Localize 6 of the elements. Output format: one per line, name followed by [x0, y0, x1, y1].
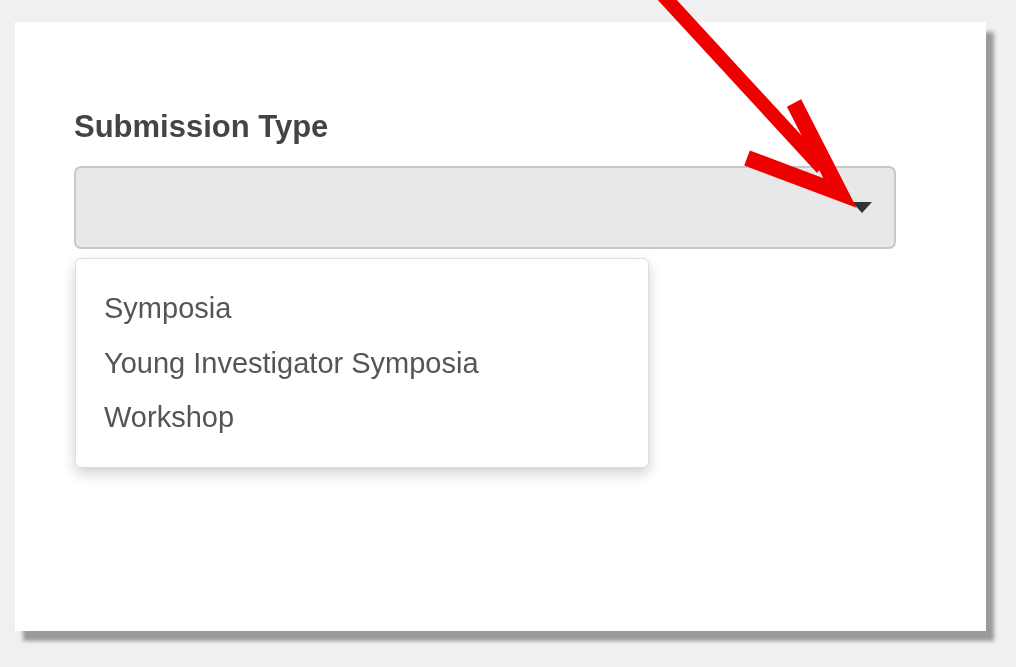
field-label: Submission Type	[74, 110, 330, 145]
dropdown-option[interactable]: Workshop	[76, 390, 648, 445]
dropdown-option[interactable]: Symposia	[76, 281, 648, 336]
dropdown-option[interactable]: Young Investigator Symposia	[76, 335, 648, 391]
select-field[interactable]	[74, 166, 896, 250]
caret-icon	[852, 202, 872, 214]
